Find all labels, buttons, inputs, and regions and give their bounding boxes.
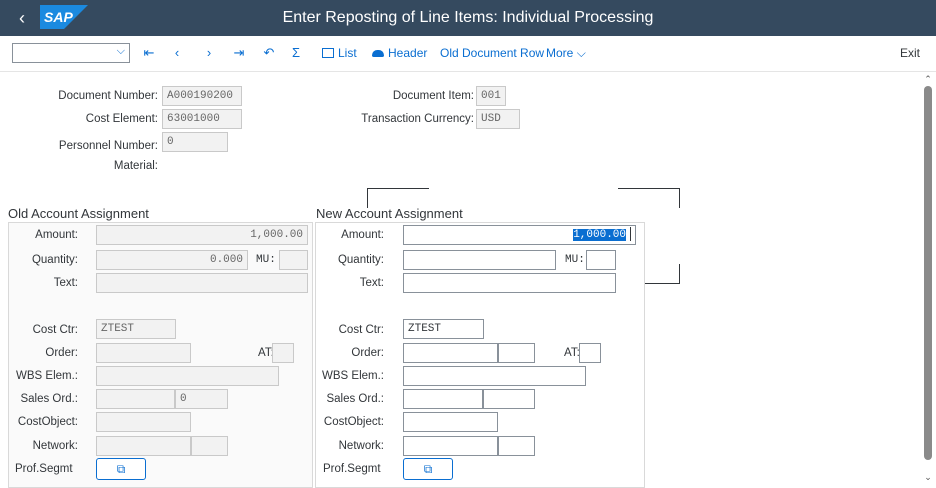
old-at-field[interactable] <box>272 343 294 363</box>
crop-mark <box>367 188 429 208</box>
header-label: Header <box>388 46 428 60</box>
old-mu-field[interactable] <box>279 250 308 270</box>
new-network-label: Network: <box>338 440 384 452</box>
new-at-label: AT: <box>564 347 580 359</box>
popup-icon: ⧉ <box>116 462 126 476</box>
new-mu-field[interactable] <box>586 250 616 270</box>
new-order-extra-field[interactable] <box>498 343 535 363</box>
old-amount-label: Amount: <box>35 229 78 241</box>
sum-icon[interactable]: Σ <box>287 44 305 64</box>
old-order-label: Order: <box>45 347 78 359</box>
popup-icon: ⧉ <box>423 462 433 476</box>
next-page-icon[interactable]: › <box>200 44 218 64</box>
material-label: Material: <box>113 160 158 172</box>
hat-icon <box>372 50 384 57</box>
old-network-label: Network: <box>32 440 78 452</box>
transaction-currency-label: Transaction Currency: <box>361 113 474 125</box>
cost-element-label: Cost Element: <box>85 113 158 125</box>
exit-button[interactable]: Exit <box>900 44 920 64</box>
old-amount-field[interactable]: 1,000.00 <box>96 225 308 245</box>
old-sales-order-label: Sales Ord.: <box>20 393 78 405</box>
old-cost-object-label: CostObject: <box>17 416 78 428</box>
new-at-field[interactable] <box>579 343 601 363</box>
old-order-field[interactable] <box>96 343 191 363</box>
new-amount-label: Amount: <box>341 229 384 241</box>
transaction-currency-field[interactable]: USD <box>476 109 520 129</box>
crop-mark <box>618 188 680 208</box>
list-icon <box>322 48 334 58</box>
more-label: More <box>546 46 574 60</box>
toolbar: ⌵ ⇤ ‹ › ⇥ ↶ Σ List Header Old Document R… <box>0 36 936 72</box>
new-profit-segment-label: Prof.Segmt <box>323 463 381 475</box>
old-sales-order-field[interactable] <box>96 389 175 409</box>
new-network-activity-field[interactable] <box>498 436 535 456</box>
scrollbar-thumb[interactable] <box>924 86 932 460</box>
new-amount-field[interactable]: 1,000.00 <box>403 225 636 245</box>
text-cursor <box>630 227 631 242</box>
content-area: Document Number: A000190200 Cost Element… <box>0 72 920 488</box>
new-network-field[interactable] <box>403 436 498 456</box>
new-amount-value: 1,000.00 <box>573 229 626 241</box>
old-cost-center-field[interactable]: ZTEST <box>96 319 176 339</box>
old-quantity-label: Quantity: <box>31 254 78 266</box>
new-cost-center-label: Cost Ctr: <box>338 324 384 336</box>
old-cost-center-label: Cost Ctr: <box>32 324 78 336</box>
old-network-field[interactable] <box>96 436 191 456</box>
last-page-icon[interactable]: ⇥ <box>230 44 248 64</box>
old-wbs-label: WBS Elem.: <box>16 370 78 382</box>
more-button[interactable]: More ⌵ <box>546 44 586 64</box>
old-account-assignment-title: Old Account Assignment <box>8 206 149 221</box>
document-number-label: Document Number: <box>58 90 158 102</box>
command-select[interactable]: ⌵ <box>12 43 130 63</box>
list-button[interactable]: List <box>322 44 357 64</box>
personnel-number-field[interactable]: 0 <box>162 132 228 152</box>
personnel-number-label: Personnel Number: <box>58 140 158 152</box>
old-network-activity-field[interactable] <box>191 436 228 456</box>
new-text-label: Text: <box>359 277 384 289</box>
old-profit-segment-label: Prof.Segmt <box>15 463 73 475</box>
cost-element-field[interactable]: 63001000 <box>162 109 242 129</box>
first-page-icon[interactable]: ⇤ <box>140 44 158 64</box>
new-sales-order-label: Sales Ord.: <box>326 393 384 405</box>
shell-bar: ‹ SAP Enter Reposting of Line Items: Ind… <box>0 0 936 36</box>
old-text-label: Text: <box>53 277 78 289</box>
document-item-label: Document Item: <box>392 90 474 102</box>
previous-page-icon[interactable]: ‹ <box>168 44 186 64</box>
header-button[interactable]: Header <box>372 44 427 64</box>
chevron-down-icon: ⌵ <box>576 46 586 60</box>
scroll-down-icon[interactable]: ⌄ <box>922 472 934 482</box>
old-text-field[interactable] <box>96 273 308 293</box>
new-account-assignment-title: New Account Assignment <box>316 206 463 221</box>
new-order-field[interactable] <box>403 343 498 363</box>
new-cost-object-label: CostObject: <box>323 416 384 428</box>
new-text-field[interactable] <box>403 273 616 293</box>
new-cost-object-field[interactable] <box>403 412 498 432</box>
new-mu-label: MU: <box>565 254 585 266</box>
page-title: Enter Reposting of Line Items: Individua… <box>282 9 654 26</box>
new-order-label: Order: <box>351 347 384 359</box>
old-sales-order-item-field[interactable]: 0 <box>175 389 228 409</box>
old-mu-label: MU: <box>256 254 276 266</box>
chevron-down-icon: ⌵ <box>116 45 125 57</box>
new-profit-segment-button[interactable]: ⧉ <box>403 458 453 480</box>
new-quantity-field[interactable] <box>403 250 556 270</box>
old-quantity-field[interactable]: 0.000 <box>96 250 248 270</box>
document-item-field[interactable]: 001 <box>476 86 506 106</box>
new-quantity-label: Quantity: <box>337 254 384 266</box>
new-sales-order-field[interactable] <box>403 389 483 409</box>
new-wbs-label: WBS Elem.: <box>322 370 384 382</box>
list-label: List <box>338 46 357 60</box>
old-cost-object-field[interactable] <box>96 412 191 432</box>
new-sales-order-item-field[interactable] <box>483 389 535 409</box>
scroll-up-icon[interactable]: ⌃ <box>922 74 934 84</box>
document-number-field[interactable]: A000190200 <box>162 86 242 106</box>
new-cost-center-field[interactable]: ZTEST <box>403 319 484 339</box>
vertical-scrollbar[interactable]: ⌃ ⌄ <box>920 72 936 488</box>
old-profit-segment-button[interactable]: ⧉ <box>96 458 146 480</box>
new-wbs-field[interactable] <box>403 366 586 386</box>
old-document-row-button[interactable]: Old Document Row <box>440 44 544 64</box>
undo-icon[interactable]: ↶ <box>260 44 278 64</box>
old-wbs-field[interactable] <box>96 366 279 386</box>
